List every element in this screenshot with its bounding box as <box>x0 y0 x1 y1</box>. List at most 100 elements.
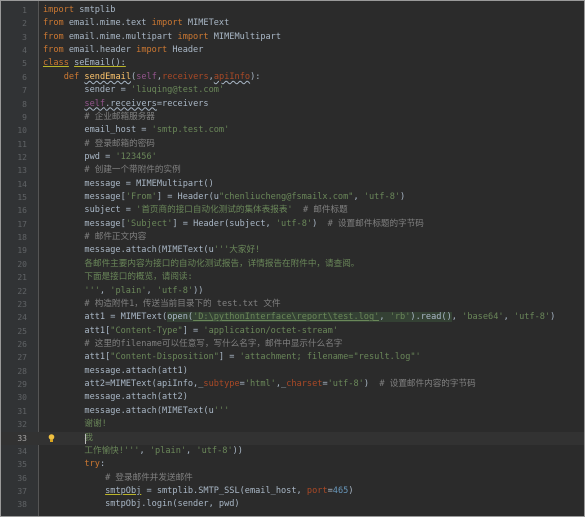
line-number: 22 <box>17 286 27 296</box>
code-line[interactable]: 28 message.attach(att1) <box>1 365 584 378</box>
code-token: ) <box>363 379 380 390</box>
code-text[interactable]: smtpObj = smtplib.SMTP_SSL(email_host, p… <box>43 485 584 498</box>
code-token: message.attach(MIMEText(u <box>43 245 214 256</box>
code-line[interactable]: 8 self.receivers=receivers <box>1 98 584 111</box>
line-number: 12 <box>17 152 27 162</box>
code-line[interactable]: 25 att1["Content-Type"] = 'application/o… <box>1 325 584 338</box>
code-token: ) <box>312 218 328 229</box>
code-token: , <box>186 445 197 456</box>
line-number: 28 <box>17 366 27 376</box>
code-line[interactable]: 29 att2=MIMEText(apiInfo,_subtype='html'… <box>1 378 584 391</box>
code-token: 'rb' <box>389 312 411 323</box>
code-text[interactable]: smtpObj.login(sender, pwd) <box>43 498 584 511</box>
code-line[interactable]: 19 message.attach(MIMEText(u'''大家好! <box>1 244 584 257</box>
code-line[interactable]: 22 ''', 'plain', 'utf-8')) <box>1 285 584 298</box>
code-text[interactable]: message.attach(MIMEText(u''' <box>43 405 584 418</box>
code-text[interactable]: # 邮件正文内容 <box>43 231 584 244</box>
code-text[interactable]: # 登录邮件并发送邮件 <box>43 472 584 485</box>
line-number: 20 <box>17 259 27 269</box>
code-line[interactable]: 10 email_host = 'smtp.test.com' <box>1 124 584 137</box>
code-text[interactable]: message['Subject'] = Header(subject, 'ut… <box>43 218 584 231</box>
code-line[interactable]: 20 各邮件主要内容为接口的自动化测试报告，详情报告在附件中，请查阅。 <box>1 258 584 271</box>
code-line[interactable]: 35 try: <box>1 458 584 471</box>
code-text[interactable]: pwd = '123456' <box>43 151 584 164</box>
line-number: 18 <box>17 233 27 243</box>
code-line[interactable]: 36 # 登录邮件并发送邮件 <box>1 472 584 485</box>
code-token: from <box>43 31 64 42</box>
code-token: 'From' <box>125 192 157 203</box>
code-text[interactable]: att1["Content-Type"] = 'application/octe… <box>43 325 584 338</box>
code-text[interactable]: class seEmail(): <box>43 57 584 70</box>
code-line[interactable]: 1 import smtplib <box>1 4 584 17</box>
line-number: 16 <box>17 206 27 216</box>
code-text[interactable]: # 企业邮箱服务器 <box>43 111 584 124</box>
code-line[interactable]: 3 from email.mime.multipart import MIMEMu… <box>1 31 584 44</box>
lightbulb-icon[interactable] <box>48 433 55 443</box>
line-number: 21 <box>17 273 27 283</box>
code-text[interactable]: message.attach(att2) <box>43 391 584 404</box>
code-line[interactable]: 32 谢谢! <box>1 418 584 431</box>
code-text[interactable]: # 创建一个带附件的实例 <box>43 164 584 177</box>
code-line[interactable]: 27 att1["Content-Disposition"] = 'attach… <box>1 351 584 364</box>
code-line[interactable]: 16 subject = '首页商的接口自动化测试的集体表报表' # 邮件标题 <box>1 204 584 217</box>
code-line[interactable]: 13 # 创建一个带附件的实例 <box>1 164 584 177</box>
code-text[interactable]: email_host = 'smtp.test.com' <box>43 124 584 137</box>
code-text[interactable]: subject = '首页商的接口自动化测试的集体表报表' # 邮件标题 <box>43 204 584 217</box>
code-text[interactable]: import smtplib <box>43 4 584 17</box>
code-line[interactable]: 33 我 <box>1 431 584 445</box>
code-line[interactable]: 31 message.attach(MIMEText(u''' <box>1 405 584 418</box>
code-token: def <box>63 71 80 82</box>
code-text[interactable]: ''', 'plain', 'utf-8')) <box>43 285 584 298</box>
code-lines[interactable]: 1 import smtplib 2 from email.mime.text imp… <box>1 4 584 512</box>
code-text[interactable]: from email.header import Header <box>43 44 584 57</box>
code-line[interactable]: 11 # 登录邮箱的密码 <box>1 138 584 151</box>
code-token: port <box>306 485 328 496</box>
code-text[interactable]: 我 <box>43 432 584 445</box>
code-line[interactable]: 34 工作愉快!''', 'plain', 'utf-8')) <box>1 445 584 458</box>
code-token: ] = Header(u <box>156 192 219 203</box>
code-line[interactable]: 38 smtpObj.login(sender, pwd) <box>1 498 584 511</box>
code-line[interactable]: 15 message['From'] = Header(u"chenliuche… <box>1 191 584 204</box>
code-text[interactable]: att1 = MIMEText(open('D:\pythonInterface… <box>43 311 584 324</box>
code-text[interactable]: att2=MIMEText(apiInfo,_subtype='html',_c… <box>43 378 584 391</box>
code-line[interactable]: 17 message['Subject'] = Header(subject, … <box>1 218 584 231</box>
code-line[interactable]: 5 class seEmail(): <box>1 57 584 70</box>
code-editor[interactable]: 1 import smtplib 2 from email.mime.text imp… <box>0 0 585 517</box>
code-line[interactable]: 30 message.attach(att2) <box>1 391 584 404</box>
code-text[interactable]: def sendEmail(self,receivers,apiInfo): <box>43 71 584 84</box>
code-line[interactable]: 12 pwd = '123456' <box>1 151 584 164</box>
code-text[interactable]: sender = 'liuqing@test.com' <box>43 84 584 97</box>
code-line[interactable]: 9 # 企业邮箱服务器 <box>1 111 584 124</box>
code-text[interactable]: message['From'] = Header(u"chenliucheng@… <box>43 191 584 204</box>
line-number: 24 <box>17 313 27 323</box>
code-text[interactable]: 谢谢! <box>43 418 584 431</box>
line-number: 32 <box>17 420 27 430</box>
code-line[interactable]: 14 message = MIMEMultipart() <box>1 178 584 191</box>
code-text[interactable]: # 这里的filename可以任意写，写什么名字，邮件中显示什么名字 <box>43 338 584 351</box>
code-line[interactable]: 24 att1 = MIMEText(open('D:\pythonInterf… <box>1 311 584 324</box>
code-line[interactable]: 37 smtpObj = smtplib.SMTP_SSL(email_host… <box>1 485 584 498</box>
code-token: subtype <box>203 379 240 390</box>
code-text[interactable]: message.attach(MIMEText(u'''大家好! <box>43 244 584 257</box>
code-line[interactable]: 7 sender = 'liuqing@test.com' <box>1 84 584 97</box>
code-text[interactable]: from email.mime.multipart import MIMEMul… <box>43 31 584 44</box>
code-text[interactable]: att1["Content-Disposition"] = 'attachmen… <box>43 351 584 364</box>
code-text[interactable]: message = MIMEMultipart() <box>43 178 584 191</box>
code-line[interactable]: 23 # 构造附件1，传送当前目录下的 test.txt 文件 <box>1 298 584 311</box>
code-line[interactable]: 18 # 邮件正文内容 <box>1 231 584 244</box>
code-text[interactable]: 工作愉快!''', 'plain', 'utf-8')) <box>43 445 584 458</box>
code-token: 工作愉快!''' <box>43 445 140 456</box>
code-text[interactable]: 各邮件主要内容为接口的自动化测试报告，详情报告在附件中，请查阅。 <box>43 258 584 271</box>
code-line[interactable]: 26 # 这里的filename可以任意写，写什么名字，邮件中显示什么名字 <box>1 338 584 351</box>
code-text[interactable]: 下面是接口的概览，请阅读: <box>43 271 584 284</box>
code-text[interactable]: self.receivers=receivers <box>43 98 584 111</box>
code-text[interactable]: from email.mime.text import MIMEText <box>43 17 584 30</box>
code-text[interactable]: try: <box>43 458 584 471</box>
code-text[interactable]: # 登录邮箱的密码 <box>43 138 584 151</box>
code-line[interactable]: 4 from email.header import Header <box>1 44 584 57</box>
code-text[interactable]: # 构造附件1，传送当前目录下的 test.txt 文件 <box>43 298 584 311</box>
code-line[interactable]: 21 下面是接口的概览，请阅读: <box>1 271 584 284</box>
code-line[interactable]: 2 from email.mime.text import MIMEText <box>1 17 584 30</box>
code-text[interactable]: message.attach(att1) <box>43 365 584 378</box>
code-line[interactable]: 6 def sendEmail(self,receivers,apiInfo): <box>1 71 584 84</box>
